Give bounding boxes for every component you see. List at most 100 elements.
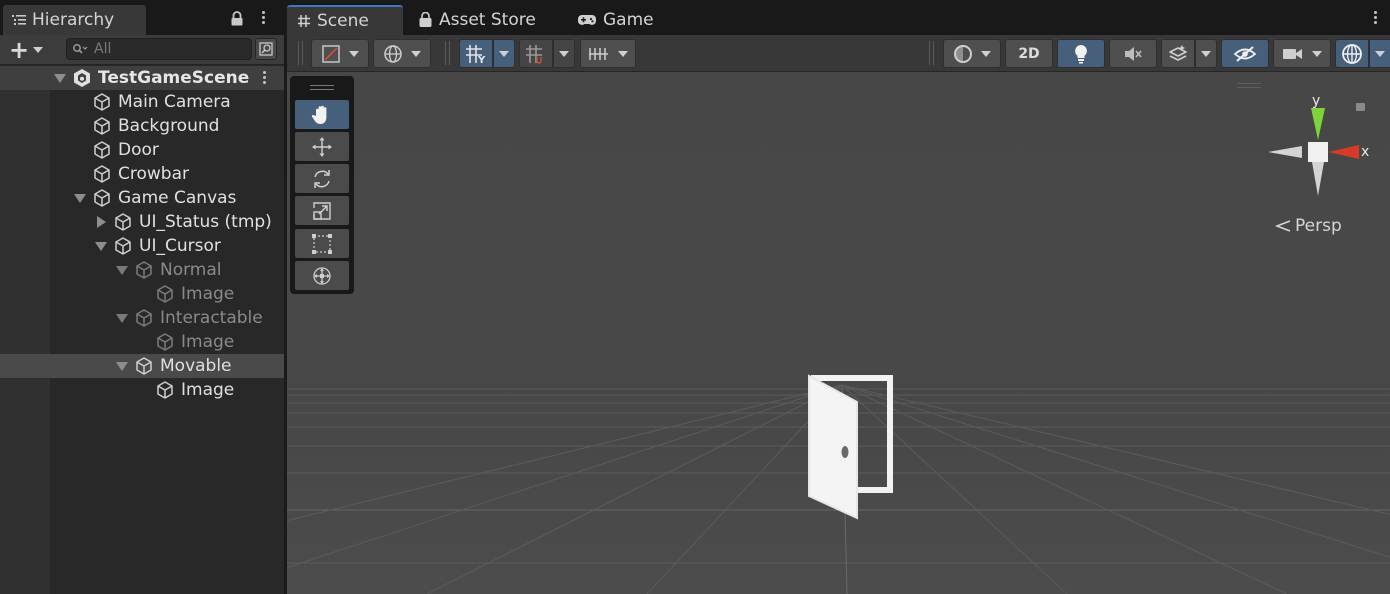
hierarchy-item-label: UI_Status (tmp) — [139, 212, 272, 232]
chevron-down-icon — [33, 47, 44, 53]
toolbar-grip[interactable] — [298, 41, 303, 65]
hierarchy-item-label: Movable — [160, 356, 232, 376]
tab-asset-store[interactable]: Asset Store — [408, 5, 558, 35]
hierarchy-tab-label: Hierarchy — [32, 10, 115, 30]
hierarchy-menu-icon[interactable] — [260, 11, 266, 24]
scene-row[interactable]: TestGameScene — [0, 66, 284, 90]
grid-snapping-button[interactable] — [519, 39, 553, 68]
gameobject-cube-icon — [94, 165, 110, 183]
hierarchy-item[interactable]: Door — [0, 138, 284, 162]
fold-down-icon[interactable] — [74, 194, 86, 203]
scene-menu-icon[interactable] — [1372, 11, 1378, 24]
fold-down-icon[interactable] — [116, 362, 128, 371]
gizmo-drag-handle[interactable] — [1237, 83, 1261, 88]
toolbar-grip[interactable] — [445, 41, 450, 65]
gizmos-dropdown[interactable] — [1369, 39, 1390, 68]
scene-menu-icon[interactable] — [261, 71, 267, 84]
gizmo-neg-x-cone — [1268, 146, 1302, 158]
tab-game[interactable]: Game — [567, 5, 667, 35]
hierarchy-item[interactable]: Game Canvas — [0, 186, 284, 210]
fold-down-icon[interactable] — [116, 266, 128, 275]
2d-mode-button[interactable]: 2D — [1005, 39, 1053, 68]
gamepad-icon — [578, 15, 596, 25]
persp-chevron-icon — [1274, 220, 1291, 232]
hand-tool-button[interactable] — [295, 100, 349, 129]
orientation-gizmo[interactable]: y x — [1262, 88, 1372, 198]
fold-down-icon[interactable] — [95, 242, 107, 251]
tab-scene-label: Scene — [317, 11, 369, 31]
fold-down-icon[interactable] — [116, 314, 128, 323]
chevron-down-icon — [1375, 50, 1385, 57]
effects-dropdown[interactable] — [1195, 39, 1217, 68]
gameobject-cube-icon — [136, 357, 152, 375]
scale-icon — [313, 201, 331, 220]
scene-visibility-toggle[interactable] — [1221, 39, 1269, 68]
scale-tool-button[interactable] — [295, 196, 349, 225]
shaded-draw-mode-icon — [322, 44, 340, 63]
global-local-dropdown[interactable] — [373, 39, 431, 68]
hierarchy-tabbar: Hierarchy — [0, 0, 284, 35]
svg-text:Y: Y — [477, 55, 486, 64]
gameobject-cube-icon — [115, 213, 131, 231]
scene-search-icon — [259, 42, 273, 56]
increment-snap-dropdown[interactable] — [580, 39, 636, 68]
hierarchy-item[interactable]: Image — [0, 378, 284, 402]
chevron-down-icon — [349, 50, 359, 57]
camera-settings-dropdown[interactable] — [1273, 39, 1331, 68]
scene-viewport[interactable] — [287, 73, 1390, 594]
chevron-down-icon — [1312, 50, 1322, 57]
grid-snap-icon — [526, 44, 542, 64]
grid-visibility-button[interactable]: Y — [459, 39, 493, 68]
hierarchy-item-label: Background — [118, 116, 220, 136]
camera-icon — [1283, 48, 1302, 59]
move-tool-button[interactable] — [295, 132, 349, 161]
create-button[interactable]: + — [6, 38, 50, 62]
hierarchy-item[interactable]: Image — [0, 282, 284, 306]
unity-logo-icon — [74, 69, 90, 87]
tool-palette-grip[interactable] — [310, 85, 334, 90]
search-input[interactable] — [94, 41, 244, 57]
fold-down-icon[interactable] — [54, 74, 66, 83]
tab-scene[interactable]: Scene — [287, 5, 403, 35]
projection-label: Persp — [1295, 216, 1342, 236]
gizmo-y-cone — [1311, 108, 1325, 140]
draw-mode-dropdown[interactable] — [311, 39, 369, 68]
hierarchy-item-label: Interactable — [160, 308, 263, 328]
projection-toggle[interactable]: Persp — [1273, 216, 1342, 236]
hierarchy-item[interactable]: Background — [0, 114, 284, 138]
lightbulb-icon — [1075, 44, 1087, 63]
rotate-tool-button[interactable] — [295, 164, 349, 193]
hierarchy-item[interactable]: Main Camera — [0, 90, 284, 114]
rect-tool-button[interactable] — [295, 229, 349, 258]
hierarchy-item[interactable]: Normal — [0, 258, 284, 282]
transform-tool-button[interactable] — [295, 261, 349, 290]
snap-options-dropdown[interactable] — [553, 39, 575, 68]
render-mode-dropdown[interactable] — [943, 39, 1001, 68]
lock-icon[interactable] — [230, 11, 244, 26]
toolbar-grip[interactable] — [929, 41, 934, 65]
chevron-down-icon — [1201, 50, 1211, 57]
search-icon[interactable] — [72, 43, 88, 55]
hierarchy-item[interactable]: Interactable — [0, 306, 284, 330]
audio-toggle[interactable] — [1109, 39, 1157, 68]
fold-right-icon[interactable] — [97, 216, 106, 228]
hierarchy-item[interactable]: UI_Cursor — [0, 234, 284, 258]
lighting-toggle[interactable] — [1057, 39, 1105, 68]
gameobject-cube-icon — [115, 237, 131, 255]
search-by-type-button[interactable] — [255, 38, 277, 60]
gizmo-neg-y-cone — [1312, 162, 1324, 196]
move-arrows-icon — [312, 136, 332, 157]
hierarchy-item[interactable]: UI_Status (tmp) — [0, 210, 284, 234]
hierarchy-item[interactable]: Crowbar — [0, 162, 284, 186]
hierarchy-item-selected[interactable]: Movable — [0, 354, 284, 378]
gameobject-cube-icon — [94, 93, 110, 111]
hierarchy-item[interactable]: Image — [0, 330, 284, 354]
grid-options-dropdown[interactable] — [493, 39, 515, 68]
effects-toggle[interactable] — [1161, 39, 1195, 68]
tab-hierarchy[interactable]: Hierarchy — [3, 5, 146, 35]
scene-tabbar: Scene Asset Store Game — [287, 0, 1390, 35]
increment-snap-icon — [589, 47, 608, 60]
gizmos-toggle[interactable] — [1335, 39, 1369, 68]
scene-name-label: TestGameScene — [98, 68, 250, 88]
gizmo-x-cone — [1328, 145, 1359, 159]
